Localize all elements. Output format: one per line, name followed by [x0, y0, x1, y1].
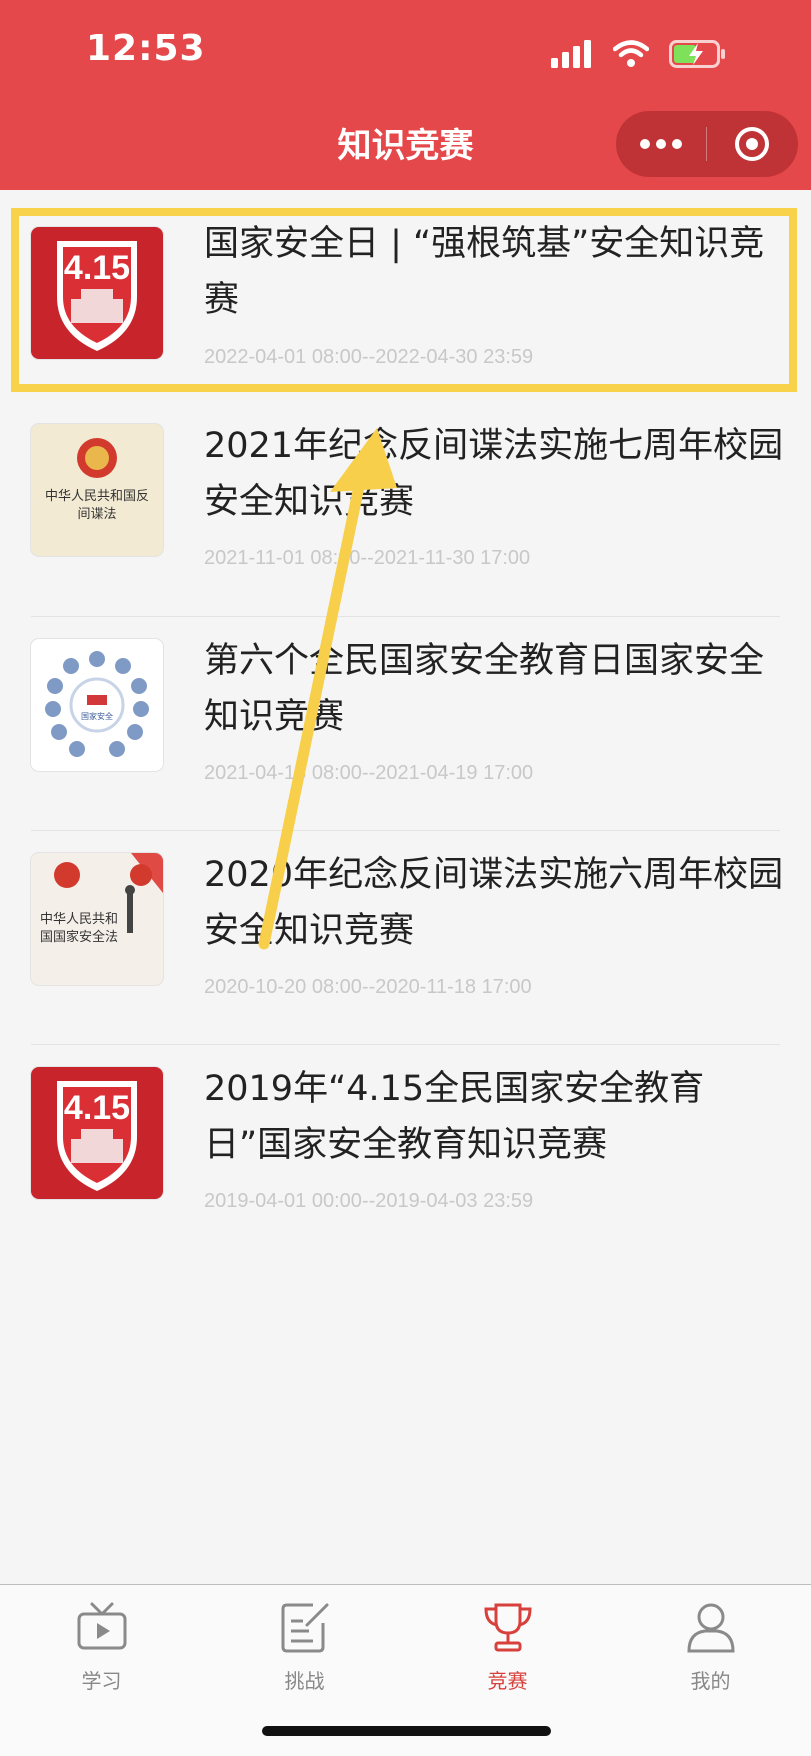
miniprogram-capsule — [616, 111, 798, 177]
list-divider — [31, 1044, 780, 1045]
edit-icon — [281, 1603, 329, 1653]
tab-challenge[interactable]: 挑战 — [203, 1585, 406, 1705]
competition-item[interactable]: 国家安全 第六个全民国家安全教育日国家安全知识竞赛 2021-04-13 08:… — [0, 639, 811, 853]
thumbnail-caption: 4.15 — [63, 1089, 131, 1127]
tab-label: 挑战 — [284, 1669, 325, 1693]
competition-date: 2021-04-13 08:00--2021-04-19 17:00 — [204, 762, 534, 784]
competition-date: 2019-04-01 00:00--2019-04-03 23:59 — [204, 1190, 534, 1212]
battery-charging-icon — [669, 40, 725, 68]
thumbnail-caption: 4.15 — [63, 249, 131, 287]
wifi-icon — [613, 40, 649, 67]
tab-mine[interactable]: 我的 — [609, 1585, 811, 1705]
competition-date: 2022-04-01 08:00--2022-04-30 23:59 — [204, 346, 534, 368]
competition-date: 2021-11-01 08:00--2021-11-30 17:00 — [204, 547, 531, 569]
tab-label: 竞赛 — [487, 1669, 528, 1693]
tab-competition[interactable]: 竞赛 — [406, 1585, 609, 1705]
competition-title: 2020年纪念反间谍法实施六周年校园安全知识竞赛 — [204, 855, 784, 951]
more-dots-icon — [640, 139, 682, 149]
competition-date: 2020-10-20 08:00--2020-11-18 17:00 — [204, 976, 532, 998]
trophy-icon — [484, 1603, 532, 1652]
target-icon — [735, 127, 769, 161]
competition-title: 2021年纪念反间谍法实施七周年校园安全知识竞赛 — [204, 426, 784, 522]
status-time: 12:53 — [86, 28, 206, 69]
tab-study[interactable]: 学习 — [0, 1585, 203, 1705]
header-bar: 12:53 知识竞赛 — [0, 0, 811, 190]
more-button[interactable] — [616, 111, 706, 177]
list-divider — [31, 830, 780, 831]
tab-label: 我的 — [690, 1669, 731, 1693]
signal-icon — [551, 40, 591, 68]
competition-thumbnail: 中华人民共和国国家安全法 — [31, 853, 163, 985]
profile-icon — [687, 1603, 735, 1653]
competition-thumbnail: 4.15 — [31, 227, 163, 359]
competition-thumbnail: 中华人民共和国反间谍法 — [31, 424, 163, 556]
home-indicator[interactable] — [262, 1726, 551, 1736]
thumbnail-caption: 中华人民共和国国家安全法 — [39, 912, 118, 945]
thumbnail-caption: 国家安全 — [81, 712, 113, 721]
competition-title: 第六个全民国家安全教育日国家安全知识竞赛 — [204, 641, 765, 737]
list-divider — [31, 616, 780, 617]
competition-thumbnail: 4.15 — [31, 1067, 163, 1199]
competition-item[interactable]: 中华人民共和国国家安全法 2020年纪念反间谍法实施六周年校园安全知识竞赛 20… — [0, 853, 811, 1067]
tab-label: 学习 — [81, 1669, 122, 1693]
competition-item[interactable]: 中华人民共和国反间谍法 2021年纪念反间谍法实施七周年校园安全知识竞赛 202… — [0, 424, 811, 638]
competition-thumbnail: 国家安全 — [31, 639, 163, 771]
competition-item[interactable]: 4.15 2019年“4.15全民国家安全教育日”国家安全教育知识竞赛 2019… — [0, 1067, 811, 1281]
close-miniprogram-button[interactable] — [707, 111, 797, 177]
competition-title: 2019年“4.15全民国家安全教育日”国家安全教育知识竞赛 — [204, 1069, 705, 1165]
thumbnail-caption: 中华人民共和国反间谍法 — [44, 489, 149, 522]
competition-item[interactable]: 4.15 国家安全日 | “强根筑基”安全知识竞赛 2022-04-01 08:… — [0, 210, 811, 424]
video-icon — [77, 1602, 127, 1650]
status-icons — [551, 38, 727, 70]
competition-title: 国家安全日 | “强根筑基”安全知识竞赛 — [204, 224, 765, 320]
